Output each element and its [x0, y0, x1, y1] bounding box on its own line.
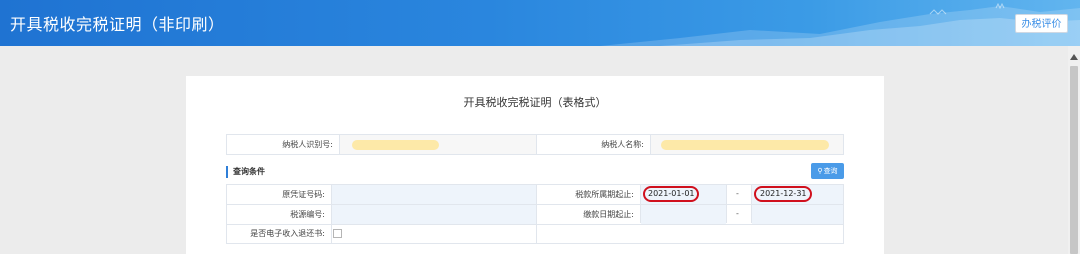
scrollbar-thumb[interactable]: [1070, 66, 1078, 254]
e-refund-label: 是否电子收入退还书:: [250, 229, 325, 238]
voucher-no-input[interactable]: [332, 185, 536, 204]
great-wall-decoration-icon: [600, 2, 1080, 46]
query-conditions-grid: 原凭证号码: 税款所属期起止: 2021-01-01 - 2021-12-31 …: [226, 184, 844, 244]
top-header-bar: 开具税收完税证明（非印刷） 办税评价: [0, 0, 1080, 46]
annotation-circle-start: [643, 186, 699, 202]
tax-evaluation-button[interactable]: 办税评价: [1015, 14, 1068, 33]
form-title: 开具税收完税证明（表格式）: [463, 96, 607, 109]
query-conditions-heading: 查询条件: [226, 166, 265, 178]
tax-source-no-input[interactable]: [332, 205, 536, 224]
taxpayer-info-row: 纳税人识别号: 纳税人名称:: [226, 134, 844, 155]
query-button-label: 查询: [823, 167, 838, 175]
payment-date-end-input[interactable]: [752, 205, 843, 224]
payment-date-start-input[interactable]: [641, 205, 726, 224]
query-button[interactable]: ⚲查询: [811, 163, 844, 179]
tax-source-no-label: 税源编号:: [290, 210, 325, 219]
vertical-scrollbar[interactable]: [1068, 46, 1080, 254]
range-separator: -: [736, 189, 739, 198]
search-icon: ⚲: [817, 167, 823, 175]
taxpayer-id-label: 纳税人识别号:: [282, 140, 333, 149]
taxpayer-id-redacted: [352, 140, 439, 150]
tax-period-label: 税款所属期起止:: [575, 190, 634, 199]
scroll-up-arrow-icon[interactable]: [1070, 54, 1078, 60]
taxpayer-name-redacted: [661, 140, 829, 150]
payment-date-label: 缴款日期起止:: [583, 210, 634, 219]
content-card: 开具税收完税证明（表格式） 纳税人识别号: 纳税人名称: 查询条件 ⚲查询 原凭…: [186, 76, 884, 254]
annotation-circle-end: [754, 186, 812, 202]
e-refund-checkbox[interactable]: [333, 229, 342, 238]
taxpayer-id-field: [340, 135, 536, 154]
voucher-no-label: 原凭证号码:: [282, 190, 325, 199]
page-title: 开具税收完税证明（非印刷）: [10, 15, 225, 34]
taxpayer-name-label: 纳税人名称:: [601, 140, 644, 149]
taxpayer-name-field: [651, 135, 843, 154]
range-separator-2: -: [736, 209, 739, 218]
